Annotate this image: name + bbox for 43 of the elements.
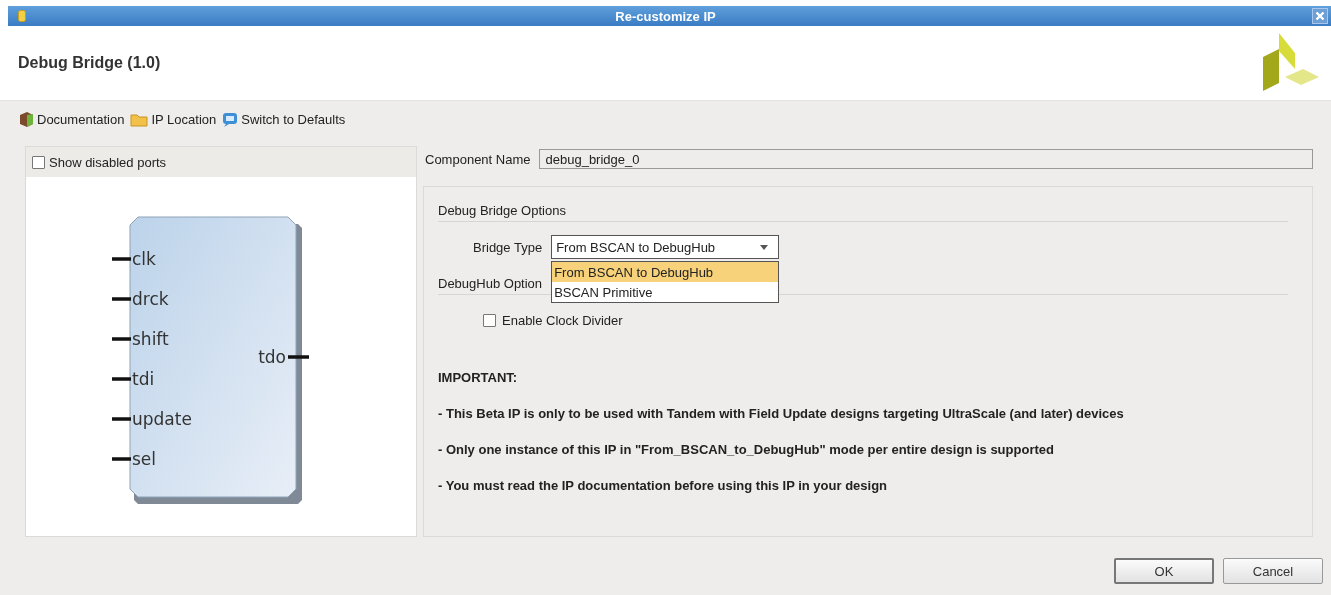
section-title: Debug Bridge Options (438, 202, 566, 218)
port-label: clk (132, 249, 156, 269)
pin-line (112, 457, 131, 461)
dialog-button[interactable]: Cancel (1223, 558, 1323, 584)
pin-line (112, 337, 131, 341)
app-icon (18, 10, 26, 22)
checkbox-label: Show disabled ports (49, 154, 167, 170)
folder-icon (130, 111, 149, 127)
ip-title: Debug Bridge (1.0) (18, 54, 161, 72)
port-label: shift (132, 329, 169, 349)
checkbox[interactable] (32, 155, 45, 169)
field-label: Component Name (425, 151, 531, 167)
notice-title: IMPORTANT: (438, 368, 519, 387)
caret-icon (760, 244, 769, 250)
book-icon (18, 111, 34, 127)
pin-line (112, 417, 131, 421)
field-label: Bridge Type (473, 239, 543, 255)
dropdown-option[interactable]: From BSCAN to DebugHub (552, 262, 779, 282)
notice-text: - You must read the IP documentation before using this IP in your design (438, 476, 889, 495)
pin-line (112, 297, 131, 301)
toolbar-link[interactable]: Documentation (18, 111, 125, 127)
port-label: drck (132, 289, 169, 309)
dropdown-option[interactable]: BSCAN Primitive (552, 282, 779, 302)
port-label: tdi (132, 369, 155, 389)
port-label: sel (132, 449, 157, 469)
port-label: update (132, 409, 192, 429)
section-title: DebugHub Option (438, 275, 543, 291)
pin-line (112, 377, 131, 381)
notice-text: - Only one instance of this IP in "From_BSCAN_to_DebugHub" mode per entire design is supported (438, 440, 1055, 459)
notice-text: - This Beta IP is only to be used with Tandem with Field Update designs targeting UltraScale (and later) devices (438, 404, 1125, 423)
checkbox[interactable] (483, 313, 496, 327)
close-button[interactable] (1312, 8, 1328, 24)
pin-line (112, 257, 131, 261)
toolbar-link[interactable]: IP Location (130, 111, 217, 127)
checkbox-label: Enable Clock Divider (502, 312, 623, 328)
dialog-button[interactable]: OK (1114, 558, 1214, 584)
port-label: tdo (258, 347, 286, 367)
window-title: Re-customize IP (615, 8, 716, 24)
pin-line (288, 355, 309, 359)
logo-icon (1263, 33, 1319, 93)
component-name-field[interactable]: debug_bridge_0 (538, 149, 1313, 169)
toolbar-link[interactable]: Switch to Defaults (222, 111, 346, 127)
close-icon (1315, 11, 1325, 21)
